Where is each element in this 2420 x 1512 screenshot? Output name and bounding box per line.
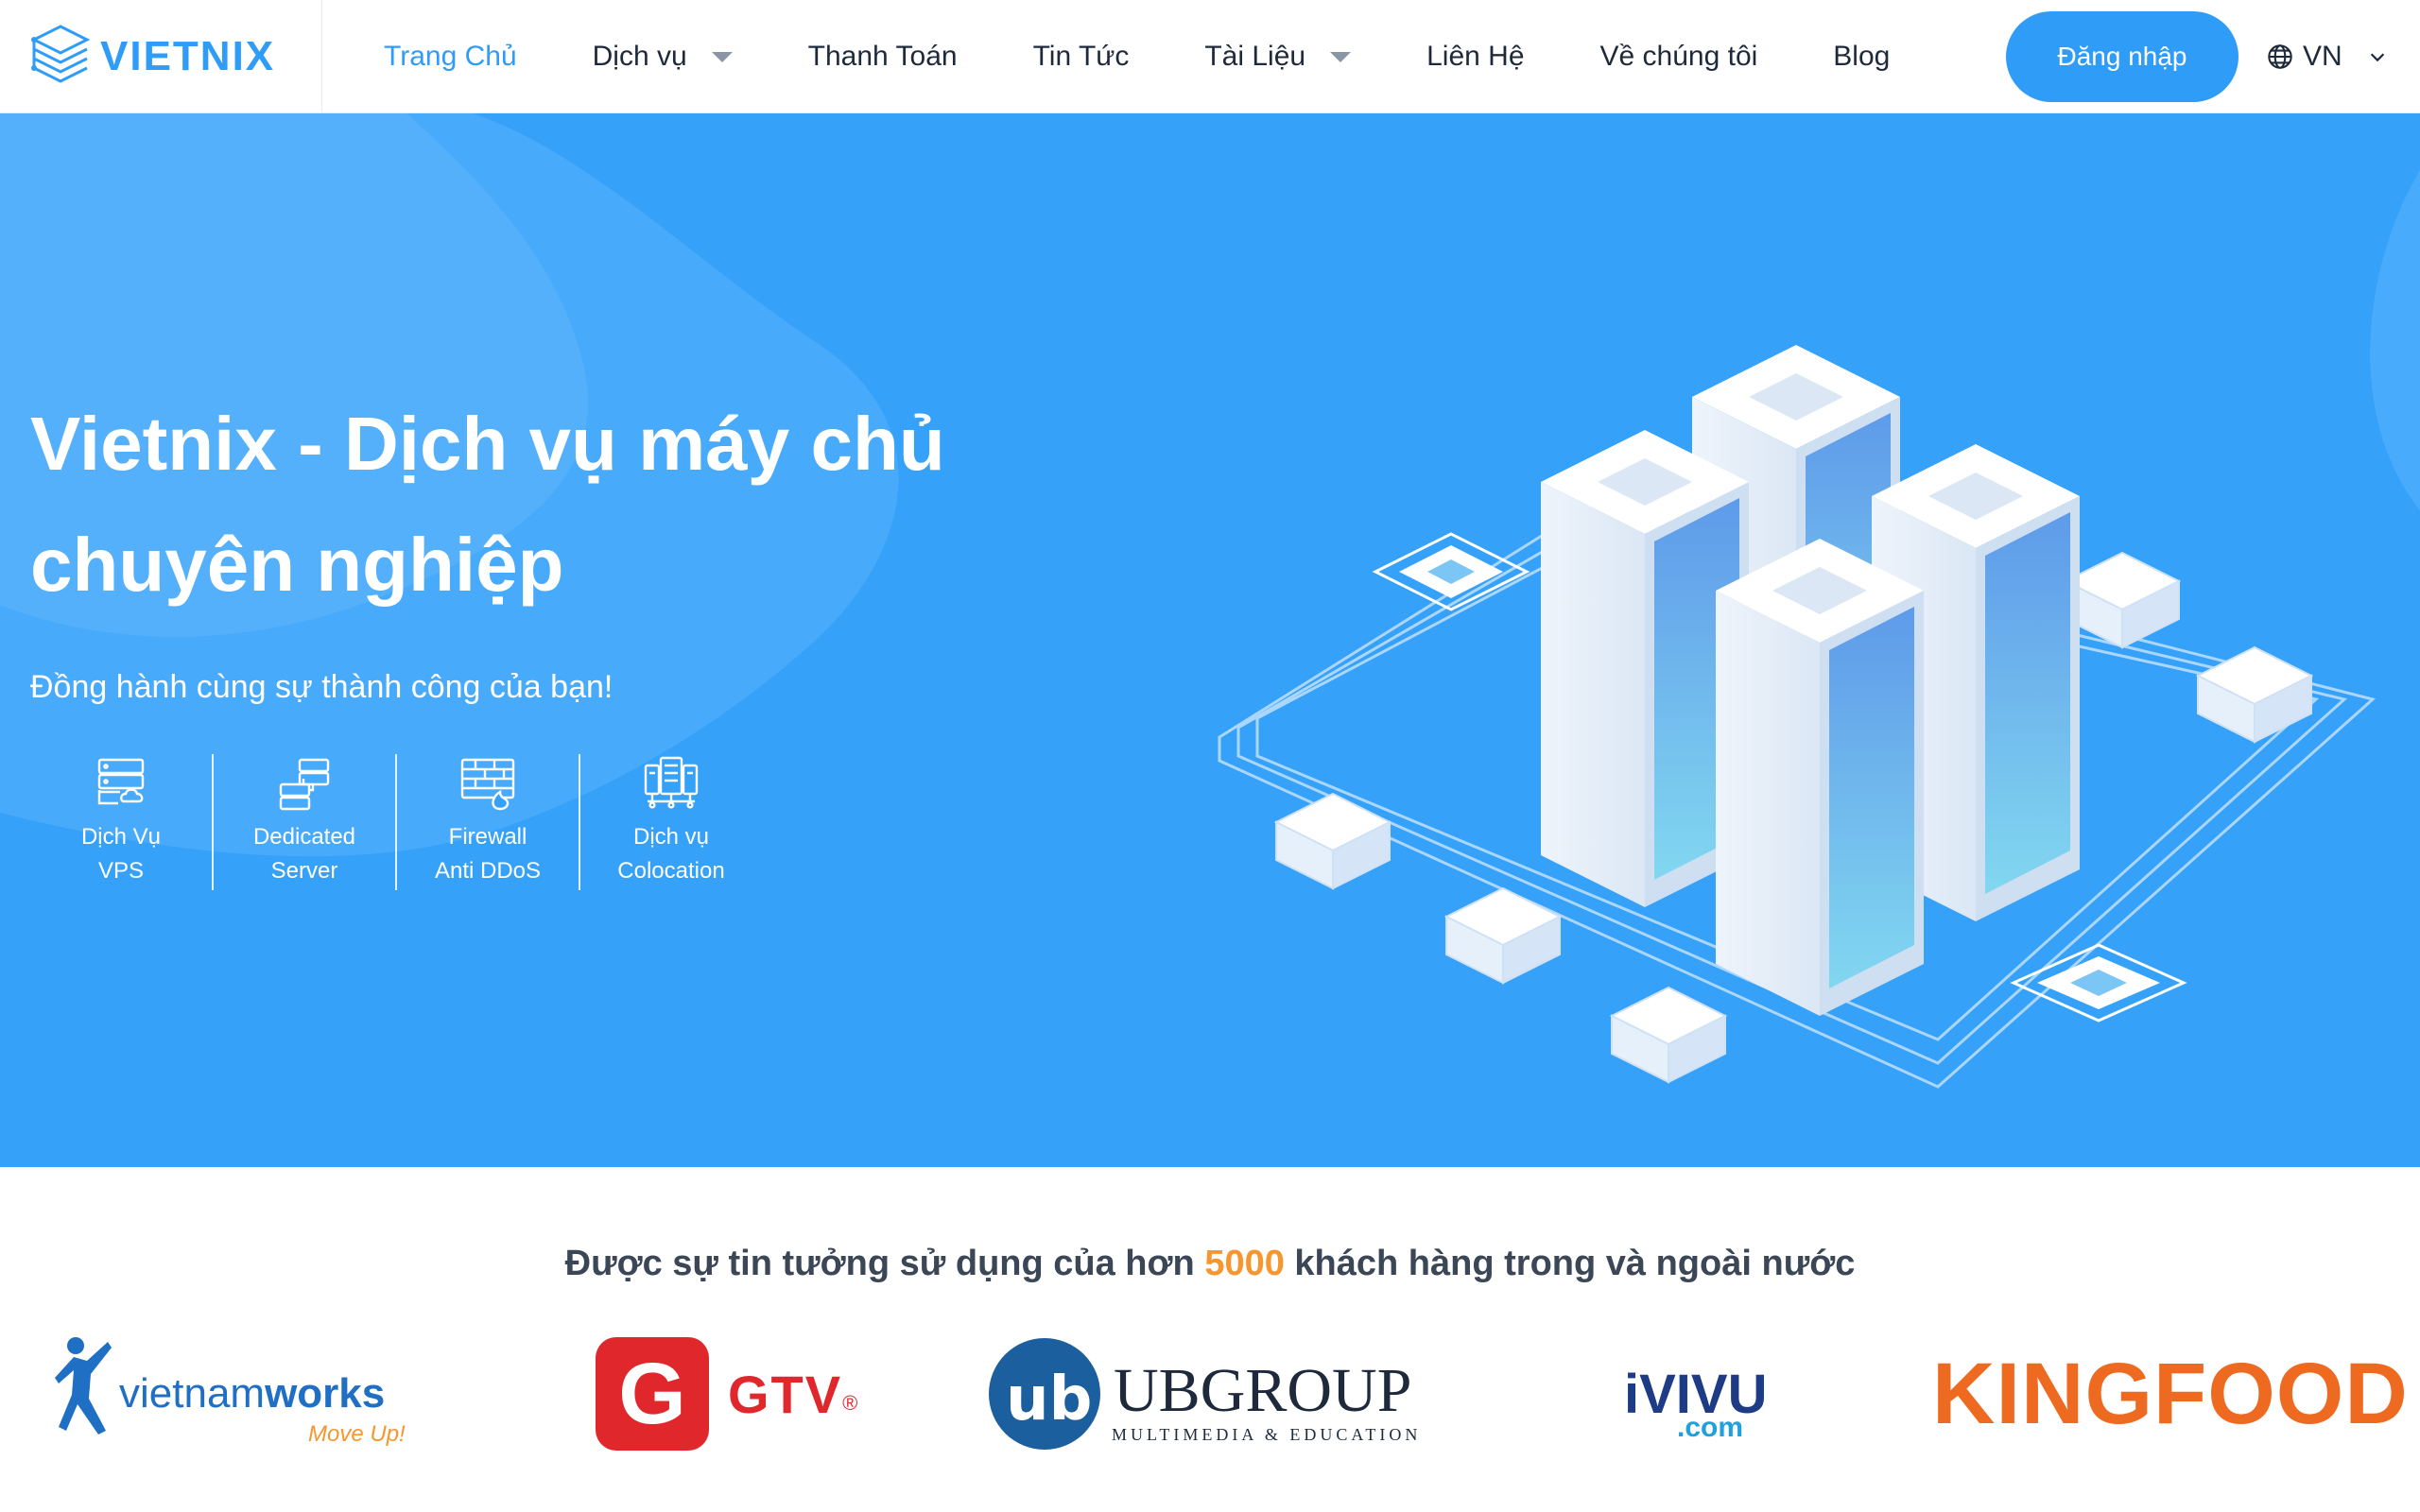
chevron-down-icon [2370,53,2384,62]
hero-title: Vietnix - Dịch vụ máy chủ chuyên nghiệp [30,384,1070,626]
feature-line-1: Dedicated [252,824,356,850]
nav-item-tai-lieu[interactable]: Tài Liệu [1204,41,1352,73]
feature-line-1: Dịch Vụ [80,824,162,850]
nav-label: Tài Liệu [1204,41,1306,72]
vietnamworks-word-light: vietnam [119,1370,266,1417]
gtv-letter: G [618,1346,686,1442]
header-divider [321,0,322,113]
colocation-icon [644,756,699,809]
language-code: VN [2303,41,2342,72]
ivivu-domain: .com [1677,1412,1744,1443]
nav-item-tin-tuc[interactable]: Tin Tức [1033,41,1130,73]
kingfood-wordmark: KINGFOOD [1932,1345,2409,1442]
caret-down-icon [711,51,733,62]
gtv-logo-mark: G [596,1337,709,1451]
client-logo-kingfood[interactable]: KINGFOOD [1932,1323,2420,1465]
nav-label: Blog [1833,41,1891,72]
nav-label: Liên Hệ [1426,41,1525,72]
clients-heading-prefix: Được sự tin tưởng sử dụng của hơn [564,1244,1195,1283]
feature-dedicated-server[interactable]: Dedicated Server [214,754,395,890]
feature-line-2: Anti DDoS [434,858,542,884]
ubgroup-logo-mark: ub [989,1338,1100,1450]
nav-item-ve-chung-toi[interactable]: Về chúng tôi [1600,41,1758,73]
clients-heading-suffix: khách hàng trong và ngoài nước [1294,1244,1856,1283]
nav-item-thanh-toan[interactable]: Thanh Toán [808,41,958,73]
feature-line-2: Colocation [617,858,725,884]
server-racks [1541,345,2080,1016]
hero-title-line-2: chuyên nghiệp [30,523,564,607]
vietnix-logo-icon [30,25,91,83]
nav-label: Dịch vụ [592,41,687,72]
ubgroup-tagline: MULTIMEDIA & EDUCATION [1112,1425,1422,1444]
vietnamworks-word-bold: works [265,1370,386,1417]
client-logo-ubgroup[interactable]: ub UBGROUP MULTIMEDIA & EDUCATION [989,1323,1424,1465]
client-logo-gtv[interactable]: G GTV ® [596,1323,857,1465]
nav-label: Trang Chủ [384,41,517,72]
clients-count: 5000 [1204,1244,1285,1283]
service-features: Dịch Vụ VPS Dedicated Server Firewall An… [30,754,762,890]
feature-line-2: Server [270,858,338,884]
ubgroup-wordmark: UBGROUP [1114,1356,1412,1425]
login-button[interactable]: Đăng nhập [2006,11,2238,102]
feature-line-1: Firewall [448,824,527,850]
client-logo-ivivu[interactable]: iVIVU .com [1624,1323,1775,1465]
site-header: VIETNIX Trang Chủ Dịch vụ Thanh Toán Tin… [0,0,2420,113]
dedicated-server-icon [279,758,330,811]
vietnamworks-figure-logo [55,1337,112,1435]
hero-subtitle: Đồng hành cùng sự thành công của bạn! [30,669,614,705]
client-logo-vietnamworks[interactable]: vietnamworks Move Up! [53,1323,431,1465]
vietnix-logo[interactable]: VIETNIX [26,21,320,93]
gtv-registered-mark: ® [842,1391,858,1415]
nav-item-lien-he[interactable]: Liên Hệ [1426,41,1524,73]
nav-item-trang-chu[interactable]: Trang Chủ [384,41,517,73]
nav-label: Thanh Toán [807,41,958,72]
vietnamworks-tagline: Move Up! [308,1421,406,1447]
ubgroup-initials: ub [1006,1365,1092,1435]
language-selector[interactable]: VN [2267,36,2397,77]
vps-server-cloud-icon [97,758,145,805]
nav-label: Về chúng tôi [1599,41,1758,72]
main-nav: Trang Chủ Dịch vụ Thanh Toán Tin Tức Tài… [384,0,1965,113]
nav-item-blog[interactable]: Blog [1833,41,1890,73]
brand-name: VIETNIX [100,33,276,79]
gtv-wordmark: GTV [728,1364,843,1424]
nav-label: Tin Tức [1032,41,1130,72]
feature-vps[interactable]: Dịch Vụ VPS [30,754,212,890]
clients-heading: Được sự tin tưởng sử dụng của hơn 5000 k… [0,1244,2420,1284]
hero-title-line-1: Vietnix - Dịch vụ máy chủ [30,402,945,486]
isometric-server-racks-illustration [1218,345,2377,1089]
feature-line-1: Dịch vụ [632,824,710,850]
feature-colocation[interactable]: Dịch vụ Colocation [580,754,762,890]
feature-firewall[interactable]: Firewall Anti DDoS [397,754,579,890]
vietnamworks-wordmark: vietnamworks [119,1370,385,1418]
ubgroup-emblem: ub [1006,1365,1092,1435]
caret-down-icon [1330,51,1352,62]
firewall-icon [460,758,515,811]
nav-item-dich-vu[interactable]: Dịch vụ [593,41,733,73]
globe-icon [2268,44,2292,69]
feature-line-2: VPS [97,858,145,884]
hero-banner: Vietnix - Dịch vụ máy chủ chuyên nghiệp … [0,113,2420,1167]
